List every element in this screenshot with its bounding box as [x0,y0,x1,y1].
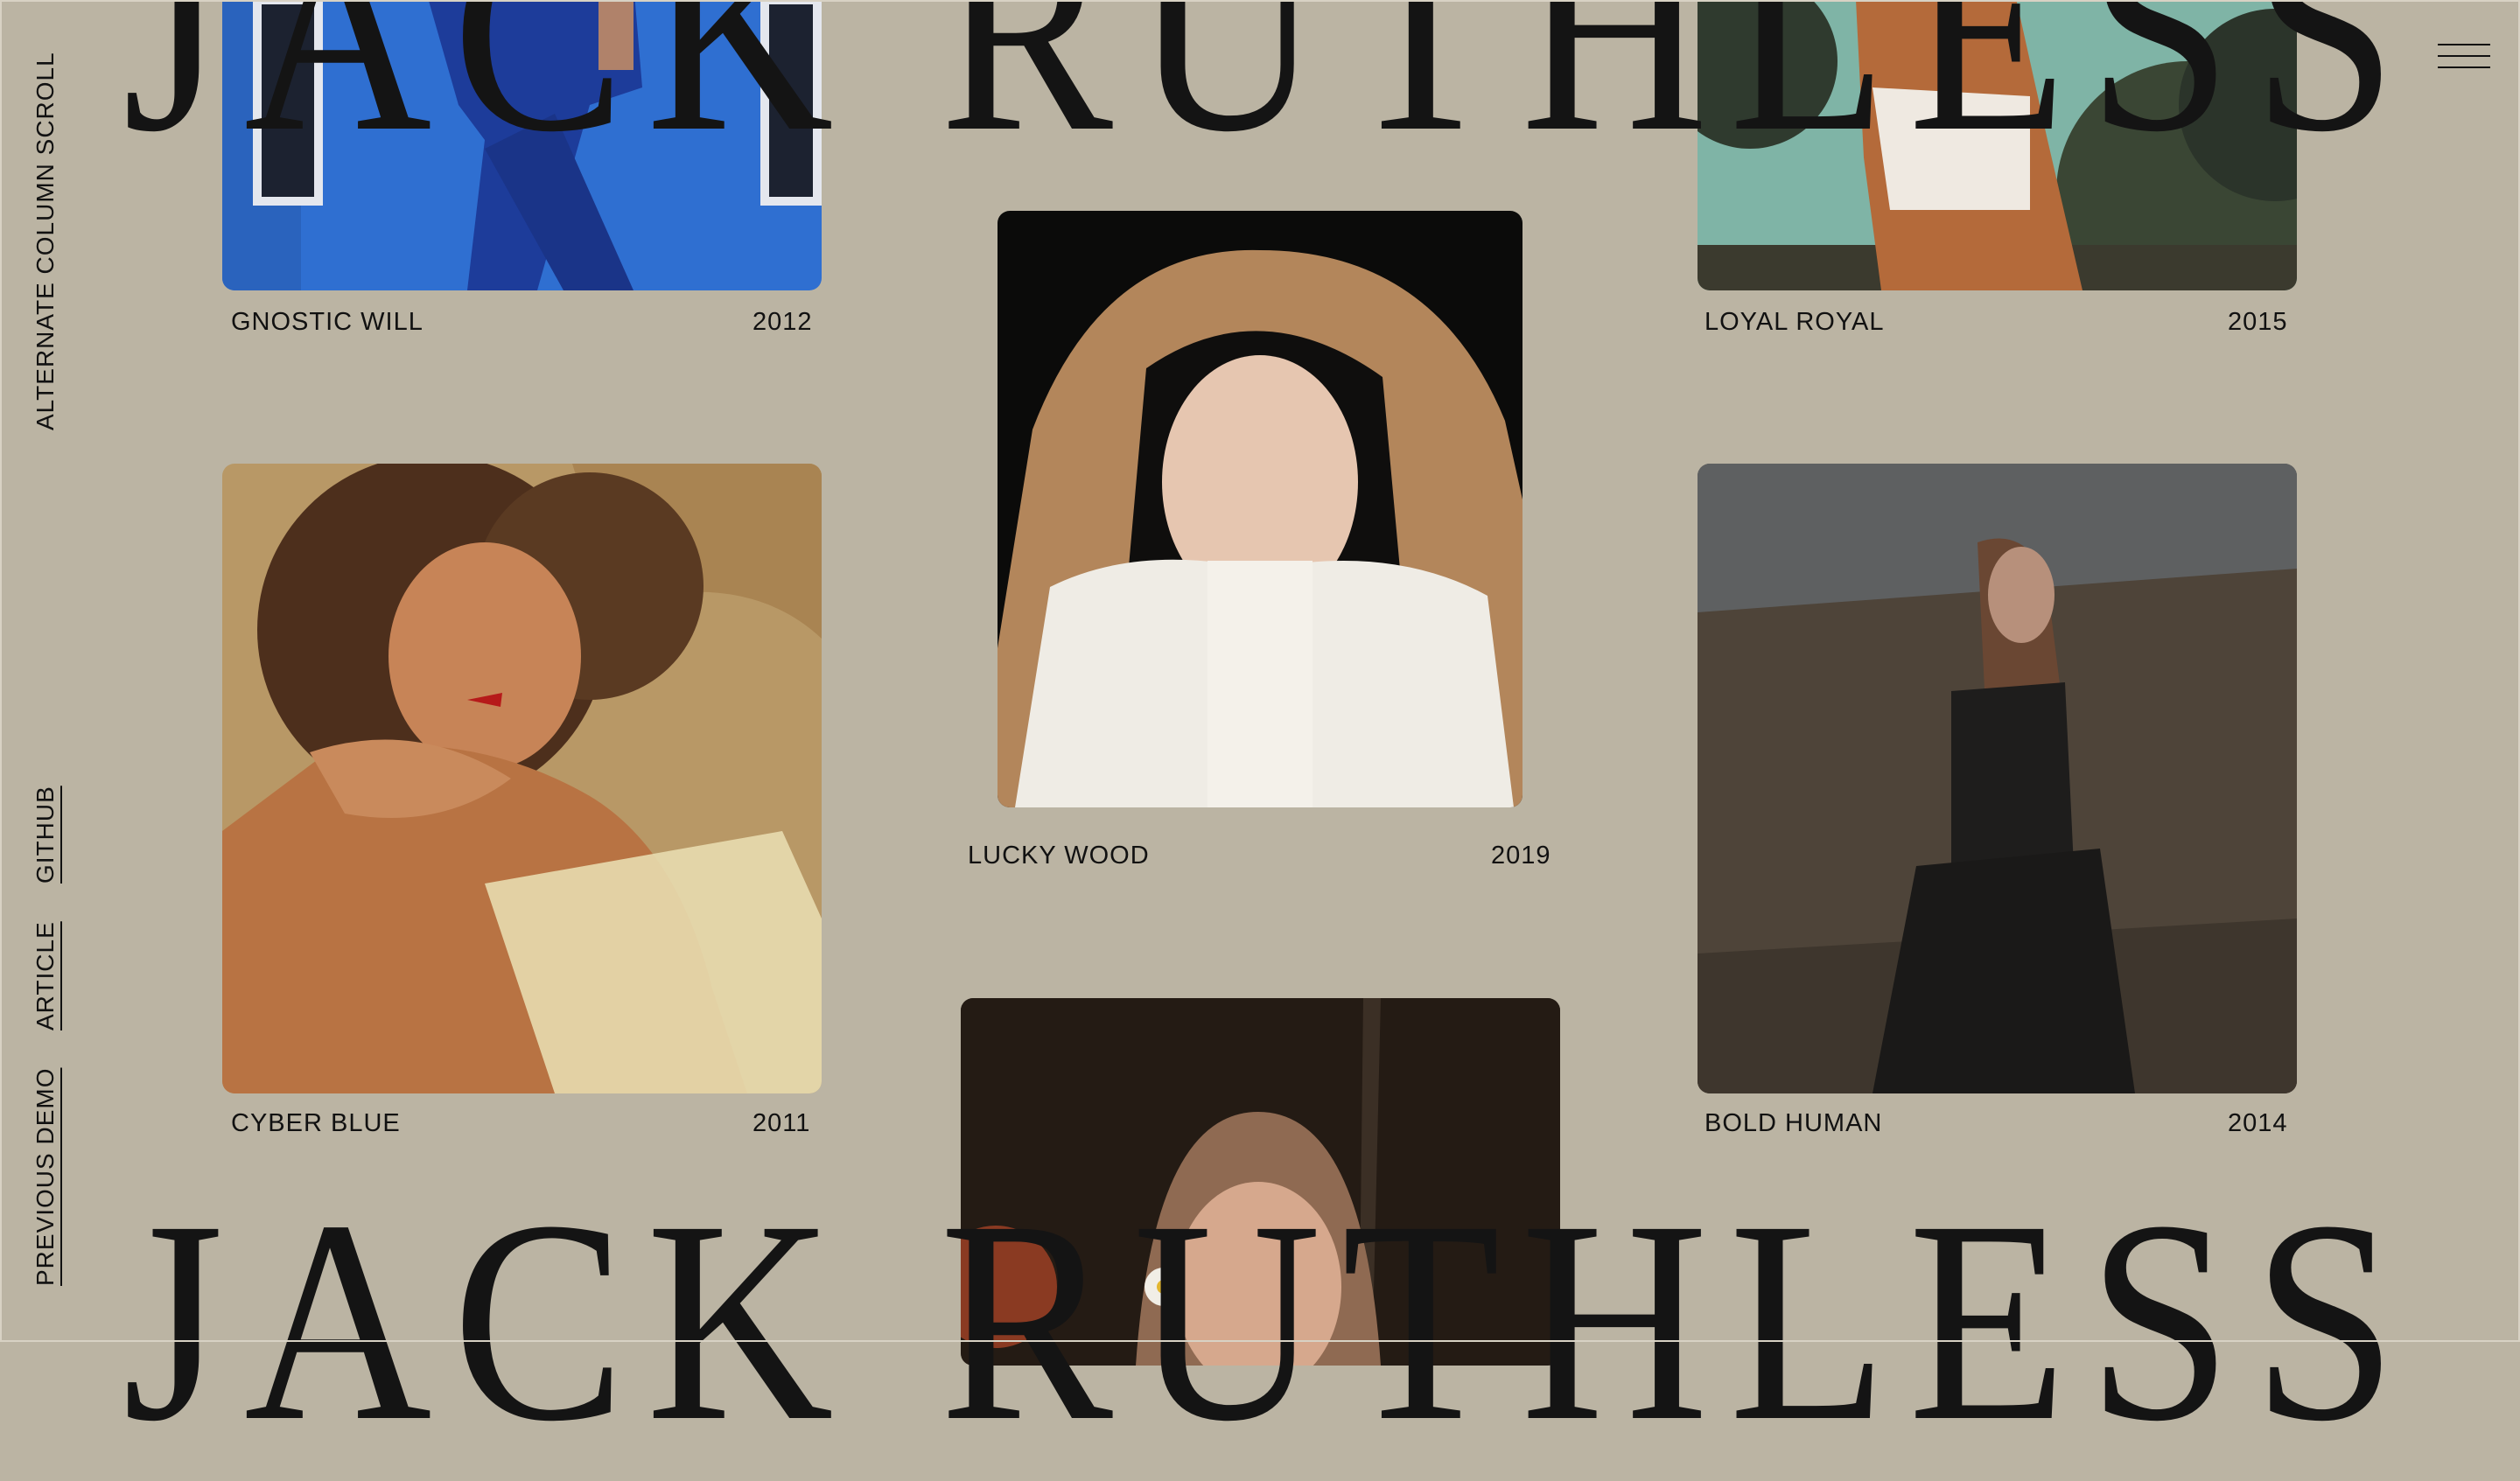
gallery-item-title: LOYAL ROYAL [1704,308,1885,336]
gallery-item-year: 2011 [752,1109,811,1137]
gallery-item-year: 2015 [2228,308,2288,336]
menu-line [2438,66,2490,68]
hamburger-menu-icon[interactable] [2438,44,2490,70]
woman-outdoors-teal-toned-photo[interactable] [1698,0,2297,290]
woman-in-black-dress-field-photo[interactable] [1698,464,2297,1093]
gallery-item-title: CYBER BLUE [231,1109,401,1137]
gallery-item-year: 2019 [1491,842,1551,870]
github-link[interactable]: GITHUB [32,786,60,884]
menu-line [2438,44,2490,45]
gallery-item-title: BOLD HUMAN [1704,1109,1883,1137]
previous-demo-link[interactable]: PREVIOUS DEMO [32,1068,60,1286]
article-link[interactable]: ARTICLE [32,921,60,1030]
curly-haired-woman-resting-head-photo[interactable] [222,464,822,1093]
woman-with-tan-coat-over-head-photo[interactable] [998,211,1522,807]
alternate-column-scroll-label: ALTERNATE COLUMN SCROLL [32,52,59,430]
gallery-item-title: GNOSTIC WILL [231,308,424,336]
gallery-item-title: LUCKY WOOD [968,842,1150,870]
gallery-item-year: 2014 [2228,1109,2288,1137]
girl-with-flower-in-hair-photo[interactable] [961,998,1560,1366]
gallery-item-year: 2012 [752,308,813,336]
man-in-blue-suit-walking-photo[interactable] [222,0,822,290]
menu-line [2438,55,2490,57]
